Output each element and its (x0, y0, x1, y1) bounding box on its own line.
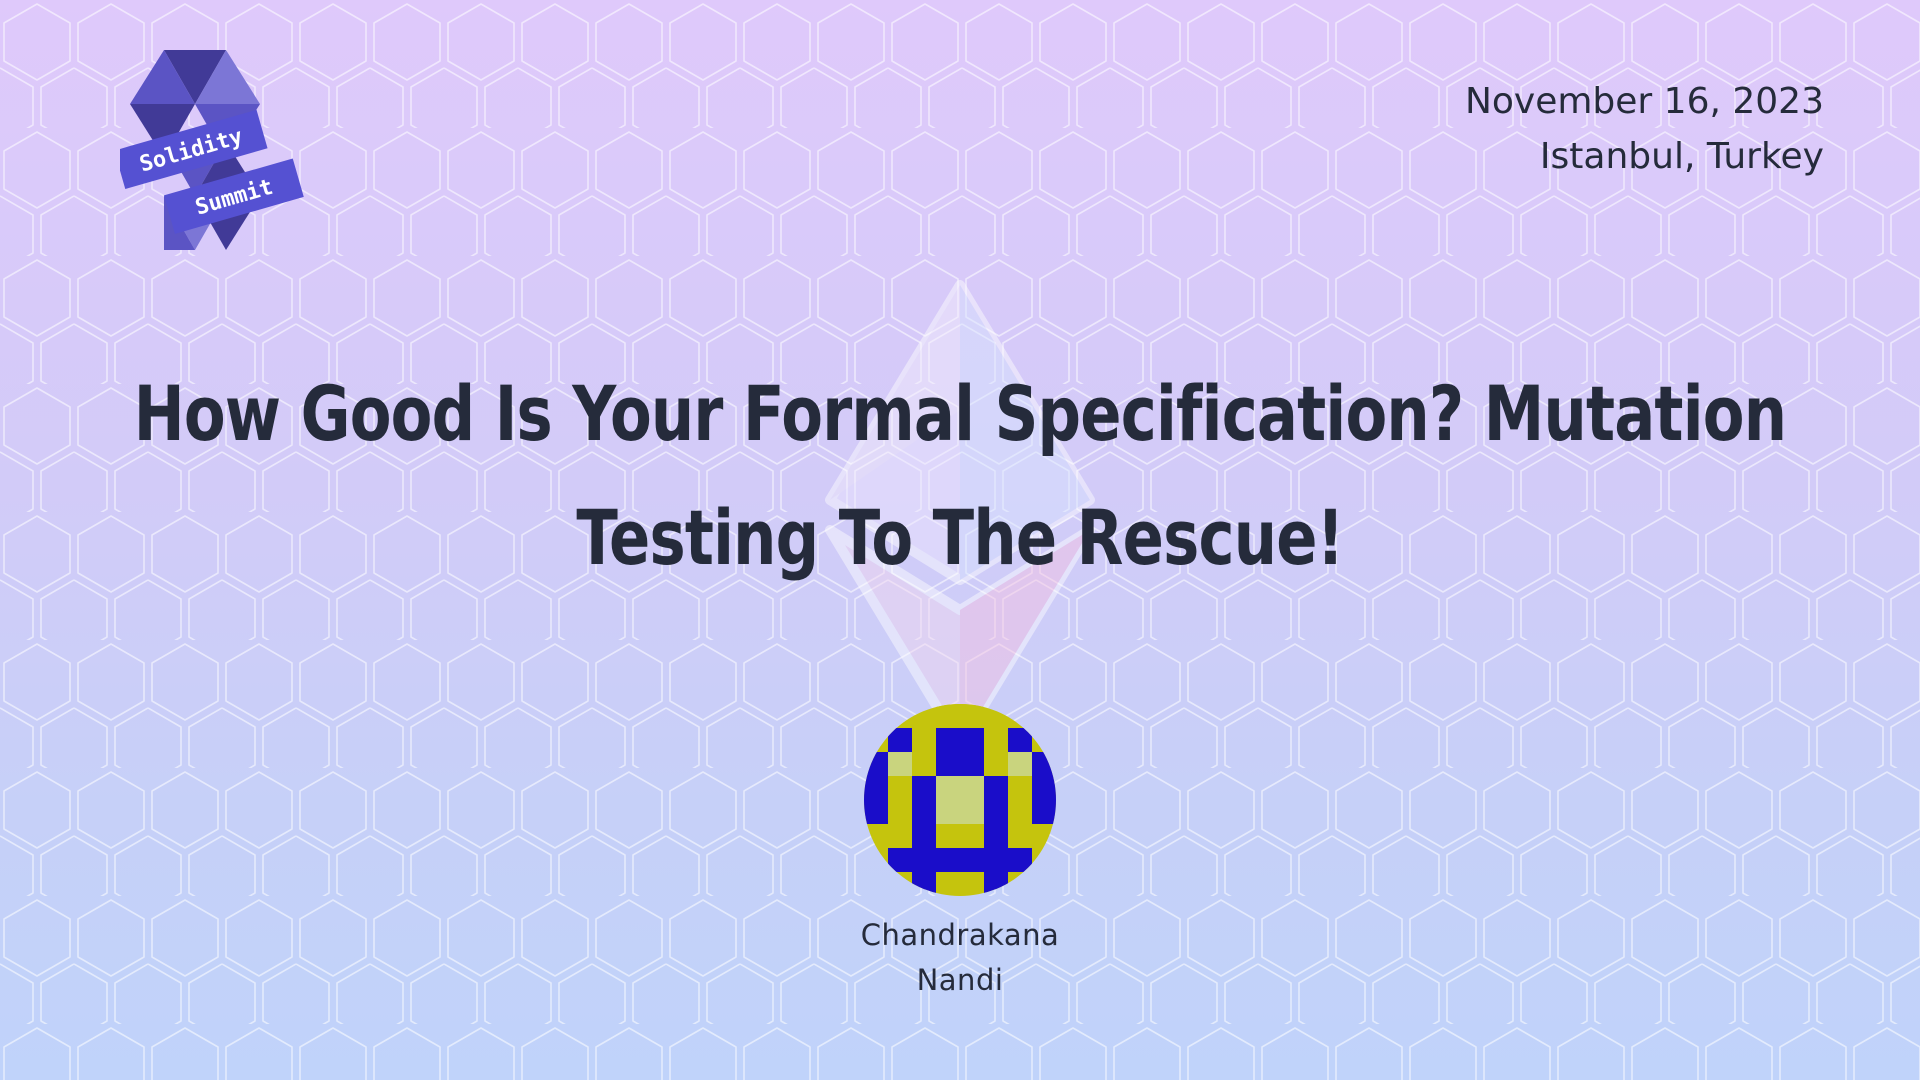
event-location: Istanbul, Turkey (1539, 136, 1824, 177)
talk-title-text: How Good Is Your Formal Specification? M… (133, 369, 1787, 582)
speaker-last-name: Nandi (916, 963, 1004, 997)
speaker-name: Chandrakana Nandi (760, 913, 1160, 1003)
event-date: November 16, 2023 (1464, 81, 1824, 122)
identicon-avatar (864, 704, 1056, 896)
event-info: November 16, 2023 Istanbul, Turkey (1465, 74, 1824, 184)
speaker-avatar (864, 704, 1056, 896)
solidity-summit-logo: Solidity Summit (120, 50, 304, 250)
talk-title: How Good Is Your Formal Specification? M… (134, 352, 1787, 600)
speaker-first-name: Chandrakana (860, 918, 1060, 952)
